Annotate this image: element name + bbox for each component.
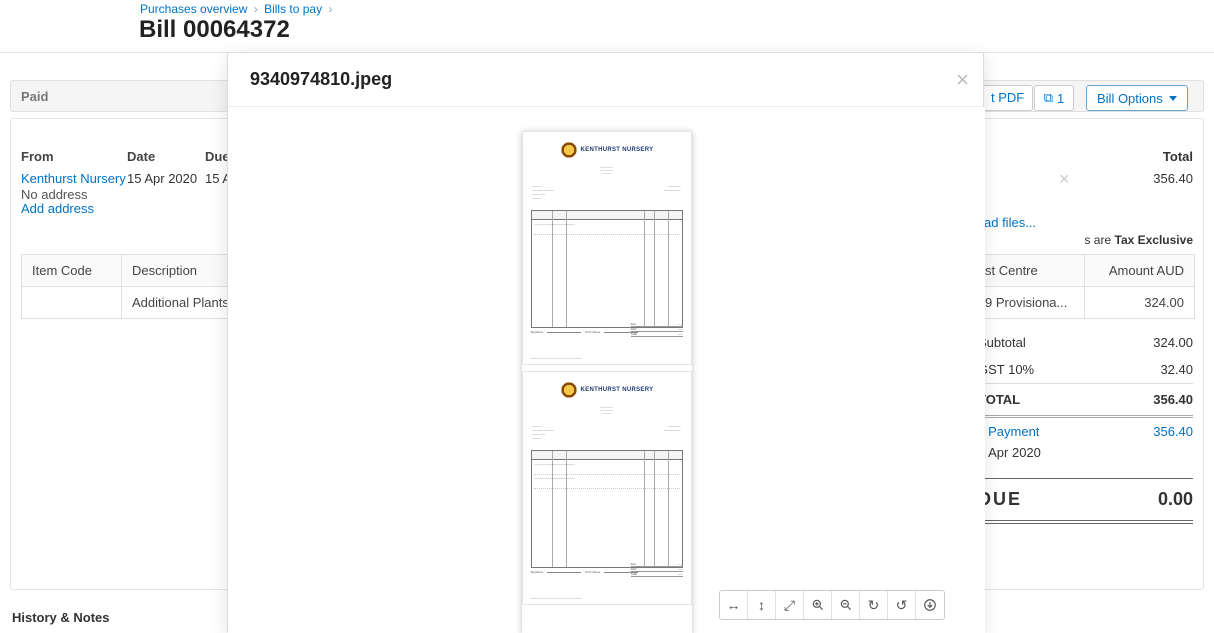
nursery-logo-icon [560, 141, 578, 159]
bill-options-button[interactable]: Bill Options [1086, 85, 1188, 111]
payment-link[interactable]: s Payment [978, 424, 1039, 439]
from-link[interactable]: Kenthurst Nursery [21, 171, 126, 186]
fit-width-icon[interactable]: ↔ [720, 591, 748, 619]
attachments-button[interactable]: ⧉ 1 [1034, 85, 1074, 111]
zoom-out-icon[interactable] [832, 591, 860, 619]
expand-icon[interactable]: ⤢ [776, 591, 804, 619]
col-amount: Amount AUD [1085, 255, 1195, 287]
breadcrumb: Purchases overview › Bills to pay › [140, 2, 335, 16]
file-count-value: 1 [1057, 91, 1064, 106]
date-value: 15 Apr 2020 [127, 171, 197, 186]
summary-box: Subtotal324.00 GST 10%32.40 TOTAL356.40 … [978, 329, 1193, 524]
chevron-down-icon [1169, 96, 1177, 101]
attachment-viewer-modal: 9340974810.jpeg × KENTHURST NURSERY ────… [227, 52, 984, 633]
no-address-text: No address [21, 187, 87, 202]
breadcrumb-purchases[interactable]: Purchases overview [140, 2, 247, 16]
zoom-in-icon[interactable] [804, 591, 832, 619]
add-address-link[interactable]: Add address [21, 201, 94, 216]
viewer-toolbar: ↔ ↕ ⤢ ↻ ↺ [719, 590, 945, 620]
modal-close-icon[interactable]: × [956, 67, 969, 93]
total-label: Total [1163, 149, 1193, 164]
fit-height-icon[interactable]: ↕ [748, 591, 776, 619]
history-notes-heading: History & Notes [12, 610, 110, 625]
image-viewer[interactable]: KENTHURST NURSERY ──────────────── ─────… [228, 107, 985, 633]
print-pdf-button[interactable]: t PDF [982, 85, 1033, 111]
invoice-page-2: KENTHURST NURSERY ──────────────── ─────… [522, 371, 692, 605]
rotate-ccw-icon[interactable]: ↺ [888, 591, 916, 619]
col-cost-centre: st Centre [975, 255, 1085, 287]
nursery-logo-icon [560, 381, 578, 399]
close-icon[interactable]: × [1059, 169, 1070, 190]
col-item-code: Item Code [22, 255, 122, 287]
invoice-page-1: KENTHURST NURSERY ──────────────── ─────… [522, 131, 692, 365]
amounts-are-text: s are Tax Exclusive [1084, 233, 1193, 247]
upload-files-link[interactable]: ad files... [984, 215, 1036, 230]
file-icon: ⧉ [1044, 90, 1053, 106]
from-label: From [21, 149, 54, 164]
date-label: Date [127, 149, 155, 164]
download-icon[interactable] [916, 591, 944, 619]
page-title: Bill 00064372 [139, 16, 290, 44]
modal-filename: 9340974810.jpeg [250, 69, 392, 90]
breadcrumb-bills[interactable]: Bills to pay [264, 2, 322, 16]
rotate-cw-icon[interactable]: ↻ [860, 591, 888, 619]
status-badge: Paid [21, 89, 48, 104]
total-value: 356.40 [1153, 171, 1193, 186]
